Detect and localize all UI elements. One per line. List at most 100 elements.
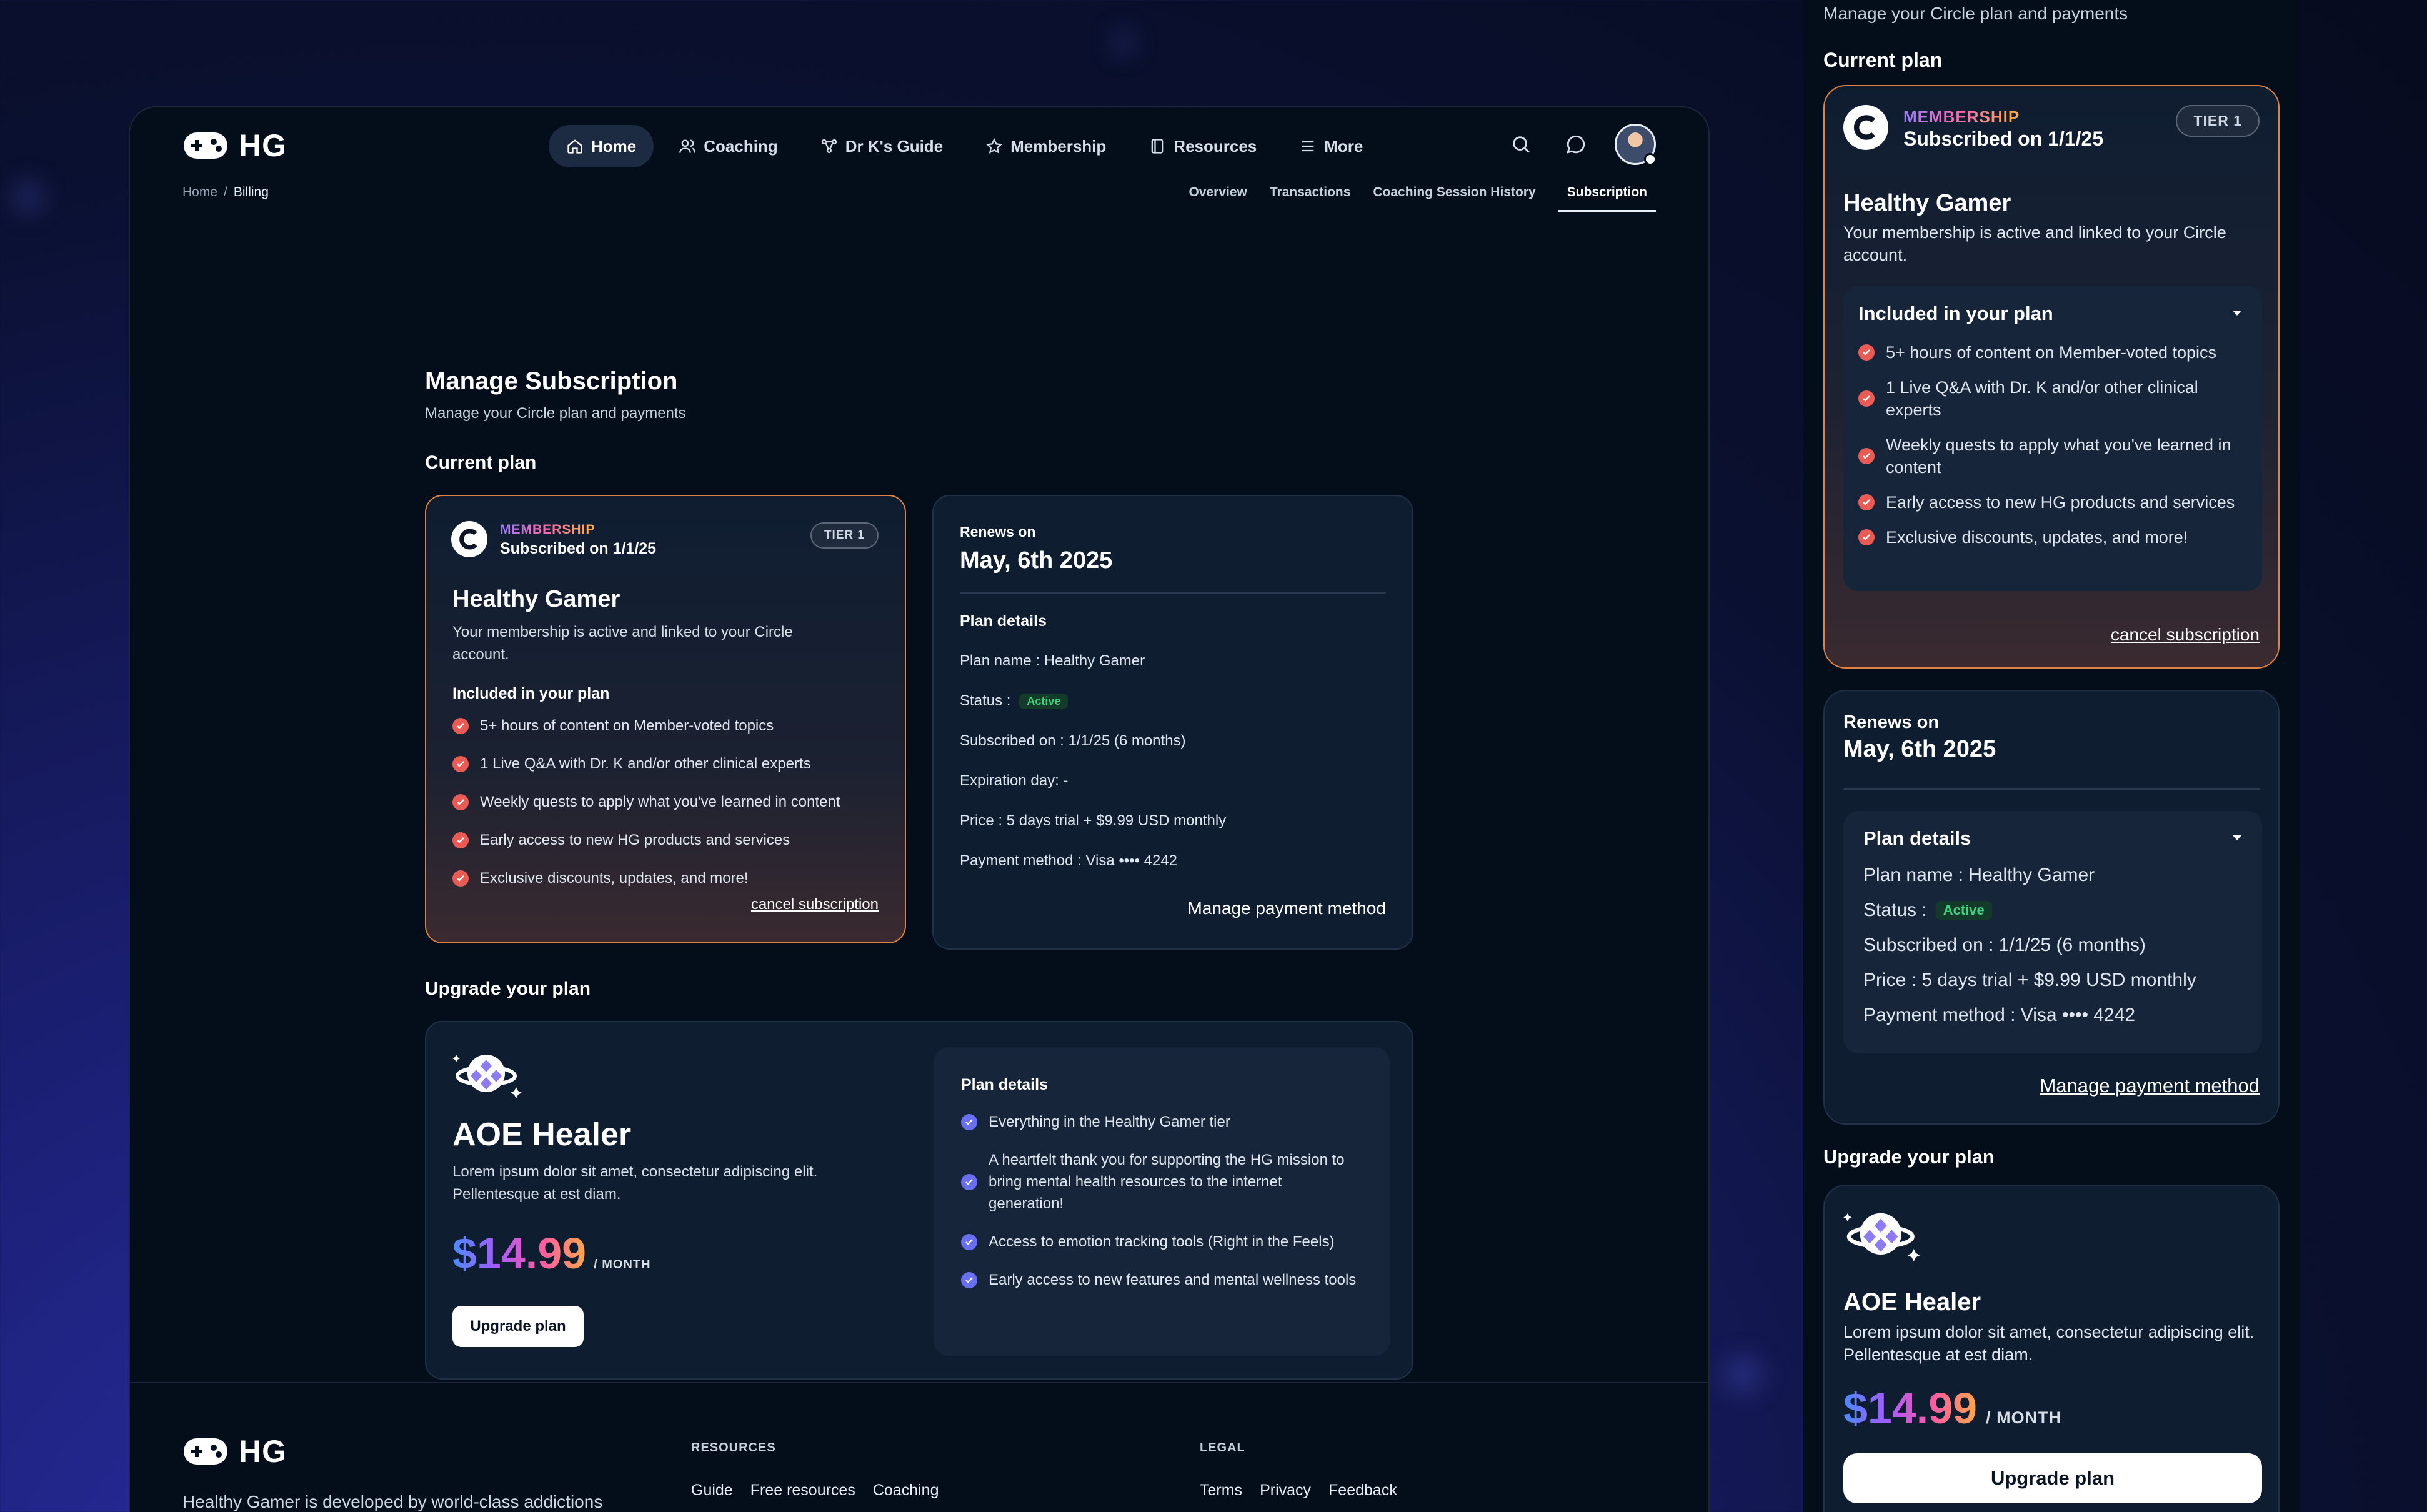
current-plan-card: MEMBERSHIP Subscribed on 1/1/25 TIER 1 H… — [1823, 85, 2280, 669]
subscribed-on-row: Subscribed on : 1/1/25 (6 months) — [1863, 935, 2146, 955]
footer-link-free-resources[interactable]: Free resources — [750, 1481, 855, 1500]
upgrade-heading: Upgrade your plan — [1823, 1146, 1995, 1168]
feature-text: Early access to new features and mental … — [989, 1271, 1357, 1288]
chat-bubble-icon — [1567, 135, 1585, 154]
upgrade-plan-button[interactable]: Upgrade plan — [1843, 1453, 2262, 1503]
tab-subscription[interactable]: Subscription — [1558, 181, 1656, 212]
feature-text: Weekly quests to apply what you've learn… — [1886, 435, 2231, 477]
planet-gem-icon — [1843, 1213, 1920, 1262]
upgrade-plan-name: AOE Healer — [452, 1117, 632, 1153]
cancel-subscription-link[interactable]: cancel subscription — [2111, 625, 2260, 645]
feature-text: A heartfelt thank you for supporting the… — [989, 1151, 1345, 1212]
upgrade-card: AOE Healer Lorem ipsum dolor sit amet, c… — [1823, 1185, 2280, 1512]
page-subtitle: Manage your Circle plan and payments — [1823, 4, 2128, 23]
list-item: Early access to new HG products and serv… — [1858, 491, 2246, 514]
check-icon — [961, 1113, 977, 1130]
check-icon — [1858, 529, 1875, 545]
manage-payment-method-link[interactable]: Manage payment method — [1187, 898, 1386, 918]
upgrade-details-heading: Plan details — [961, 1076, 1048, 1093]
nav-coaching[interactable]: Coaching — [661, 125, 795, 167]
feature-text: Access to emotion tracking tools (Right … — [989, 1233, 1335, 1250]
feature-text: 5+ hours of content on Member-voted topi… — [1886, 343, 2217, 362]
tab-transactions[interactable]: Transactions — [1270, 181, 1351, 212]
membership-label: MEMBERSHIP — [500, 522, 596, 537]
footer-link-feedback[interactable]: Feedback — [1328, 1481, 1397, 1500]
status-dot — [1644, 153, 1657, 166]
chat-button[interactable] — [1560, 128, 1592, 161]
check-icon — [452, 794, 469, 810]
status-label: Status : — [960, 692, 1011, 709]
upgrade-price: $14.99 / MONTH — [452, 1228, 651, 1278]
nav-membership[interactable]: Membership — [968, 125, 1124, 167]
tier-badge: TIER 1 — [810, 522, 879, 549]
breadcrumb: Home / Billing — [182, 185, 269, 200]
nav-more[interactable]: More — [1282, 125, 1380, 167]
list-item: 5+ hours of content on Member-voted topi… — [452, 717, 840, 735]
footer-link-guide[interactable]: Guide — [691, 1481, 733, 1500]
included-heading: Included in your plan — [452, 685, 610, 702]
breadcrumb-home[interactable]: Home — [182, 185, 217, 200]
chevron-down-icon[interactable] — [2231, 833, 2243, 842]
upgrade-details-panel: Plan details Everything in the Healthy G… — [934, 1047, 1390, 1356]
plan-details-heading: Plan details — [960, 612, 1047, 630]
footer-heading: LEGAL — [1200, 1441, 1245, 1455]
tier-badge: TIER 1 — [2176, 105, 2260, 137]
chevron-down-icon[interactable] — [2231, 309, 2243, 317]
planet-gem-icon — [452, 1055, 522, 1098]
users-icon — [679, 139, 696, 153]
feature-text: 5+ hours of content on Member-voted topi… — [480, 717, 774, 734]
manage-payment-method-link[interactable]: Manage payment method — [2040, 1075, 2260, 1097]
nav-home[interactable]: Home — [549, 125, 654, 167]
feature-text: 1 Live Q&A with Dr. K and/or other clini… — [1886, 378, 2198, 419]
included-panel: Included in your plan 5+ hours of conten… — [1843, 286, 2262, 591]
footer-link-terms[interactable]: Terms — [1200, 1481, 1242, 1500]
upgrade-description: Lorem ipsum dolor sit amet, consectetur … — [452, 1163, 818, 1203]
check-icon — [1858, 448, 1875, 464]
nav-dr-k-guide[interactable]: Dr K's Guide — [803, 125, 960, 167]
list-item: Exclusive discounts, updates, and more! — [452, 870, 840, 887]
status-badge: Active — [1935, 901, 1992, 920]
list-item: Everything in the Healthy Gamer tier — [961, 1111, 1361, 1133]
included-heading: Included in your plan — [1858, 302, 2053, 324]
check-icon — [961, 1233, 977, 1250]
check-icon — [1858, 494, 1875, 510]
list-item: Early access to new features and mental … — [961, 1269, 1361, 1291]
breadcrumb-separator: / — [224, 185, 227, 199]
book-icon — [1151, 139, 1164, 154]
check-icon — [452, 718, 469, 734]
expiration-row: Expiration day: - — [960, 772, 1069, 789]
upgrade-plan-button[interactable]: Upgrade plan — [452, 1306, 584, 1347]
brand-logo[interactable]: HG — [182, 127, 287, 164]
tab-overview[interactable]: Overview — [1189, 181, 1247, 212]
upgrade-feature-list: Everything in the Healthy Gamer tier A h… — [961, 1111, 1361, 1291]
list-item: 1 Live Q&A with Dr. K and/or other clini… — [452, 755, 840, 773]
avatar[interactable] — [1615, 124, 1657, 166]
footer-link-privacy[interactable]: Privacy — [1260, 1481, 1311, 1500]
list-item: Early access to new HG products and serv… — [452, 832, 840, 849]
plan-description: Your membership is active and linked to … — [452, 624, 793, 663]
desktop-window: HG Home Coaching Dr K's Guide Membership — [129, 106, 1710, 1512]
footer-logo[interactable]: HG — [182, 1433, 287, 1470]
tab-coaching-session-history[interactable]: Coaching Session History — [1373, 181, 1535, 212]
list-item: Exclusive discounts, updates, and more! — [1858, 526, 2246, 549]
nav-resources[interactable]: Resources — [1131, 125, 1274, 167]
check-icon — [1858, 390, 1875, 407]
renewal-date: May, 6th 2025 — [1843, 736, 1996, 762]
page-title: Manage Subscription — [425, 367, 678, 395]
renewal-card: Renews on May, 6th 2025 Plan details Pla… — [932, 495, 1413, 950]
search-button[interactable] — [1505, 128, 1537, 161]
list-item: Access to emotion tracking tools (Right … — [961, 1231, 1361, 1253]
footer-legal: LEGAL Terms Privacy Feedback — [1200, 1441, 1397, 1500]
feature-list: 5+ hours of content on Member-voted topi… — [452, 717, 840, 887]
nav-label: Dr K's Guide — [845, 136, 944, 156]
feature-text: Exclusive discounts, updates, and more! — [480, 870, 749, 887]
nav-label: More — [1324, 136, 1363, 156]
price-amount: $14.99 — [452, 1229, 587, 1278]
top-nav: HG Home Coaching Dr K's Guide Membership — [130, 107, 1708, 189]
footer-link-coaching[interactable]: Coaching — [873, 1481, 939, 1500]
feature-list: 5+ hours of content on Member-voted topi… — [1858, 341, 2246, 549]
cancel-subscription-link[interactable]: cancel subscription — [751, 896, 879, 913]
check-icon — [452, 832, 469, 848]
status-label: Status : — [1863, 900, 1927, 920]
mobile-view: Manage your Circle plan and payments Cur… — [1803, 0, 2300, 1512]
